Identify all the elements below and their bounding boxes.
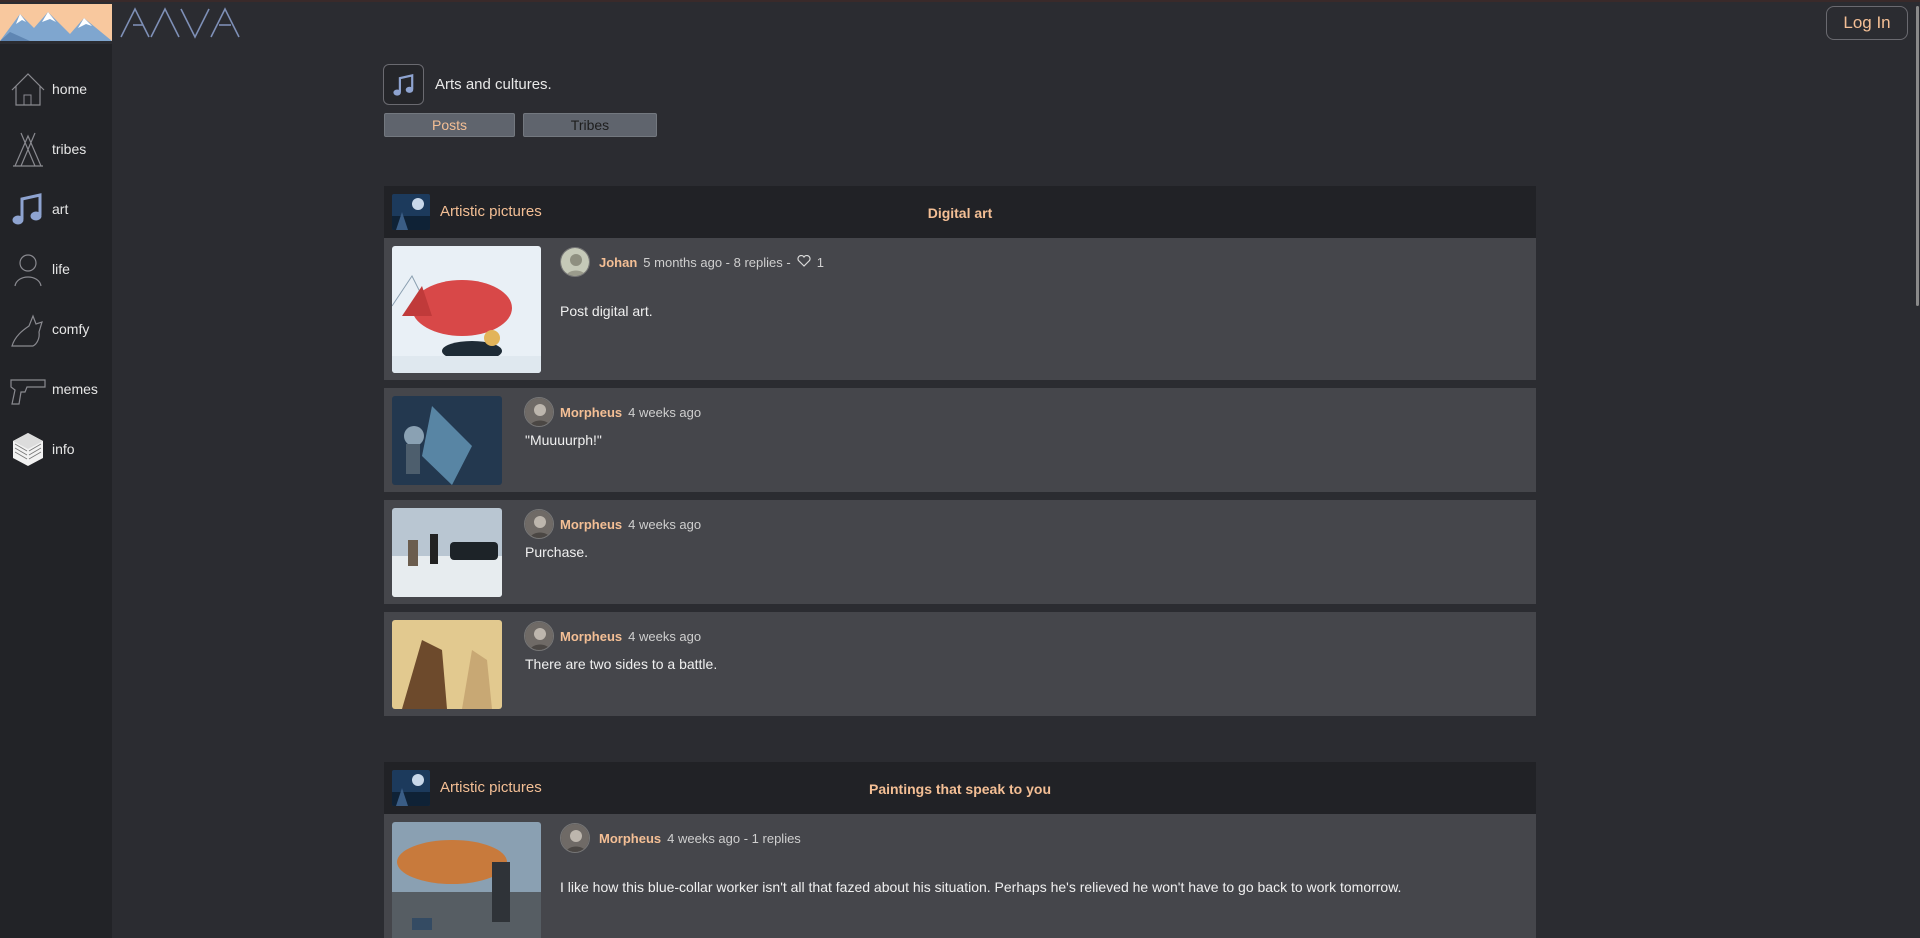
sidebar-item-memes[interactable]: memes <box>0 364 112 414</box>
login-button[interactable]: Log In <box>1826 6 1908 40</box>
sidebar-item-tribes[interactable]: tribes <box>0 124 112 174</box>
post-meta: Morpheus 4 weeks ago <box>560 629 701 644</box>
thread-title[interactable]: Paintings that speak to you <box>384 781 1536 797</box>
tribe-description: Arts and cultures. <box>435 76 552 93</box>
post-card[interactable]: Morpheus 4 weeks ago - 1 replies I like … <box>384 814 1536 938</box>
post-meta: Morpheus 4 weeks ago - 1 replies <box>599 831 801 846</box>
avatar[interactable] <box>560 247 590 277</box>
post-username[interactable]: Morpheus <box>560 629 622 644</box>
sidebar-item-art[interactable]: art <box>0 184 112 234</box>
avatar[interactable] <box>524 397 554 427</box>
cat-icon <box>9 310 47 348</box>
post-image[interactable] <box>392 246 541 373</box>
post-username[interactable]: Johan <box>599 255 637 270</box>
post-timestamp: 4 weeks ago <box>628 517 702 532</box>
sidebar-item-label: life <box>52 261 70 277</box>
post-username[interactable]: Morpheus <box>560 405 622 420</box>
sidebar-item-life[interactable]: life <box>0 244 112 294</box>
book-icon <box>9 430 47 468</box>
post-meta: Morpheus 4 weeks ago <box>560 405 701 420</box>
post-text: Purchase. <box>525 544 589 560</box>
like-count: 1 <box>816 255 824 270</box>
house-icon <box>9 70 47 108</box>
sidebar: home tribes art life comfy memes info <box>0 44 112 938</box>
top-border <box>0 0 1920 2</box>
sidebar-item-label: info <box>52 441 75 457</box>
teepee-icon <box>9 130 47 168</box>
avatar[interactable] <box>524 509 554 539</box>
person-icon <box>9 250 47 288</box>
sidebar-item-label: home <box>52 81 88 97</box>
post-image[interactable] <box>392 508 502 597</box>
avatar[interactable] <box>560 823 590 853</box>
post-text: I like how this blue-collar worker isn't… <box>560 879 1402 895</box>
post-meta: Johan 5 months ago - 8 replies - 1 <box>599 254 824 270</box>
post-username[interactable]: Morpheus <box>560 517 622 532</box>
sidebar-item-label: art <box>52 201 69 217</box>
post-image[interactable] <box>392 822 541 938</box>
thread-title[interactable]: Digital art <box>384 205 1536 221</box>
post-timestamp: 5 months ago - 8 replies - <box>643 255 791 270</box>
post-timestamp: 4 weeks ago <box>628 629 702 644</box>
post-timestamp: 4 weeks ago <box>628 405 702 420</box>
post-card[interactable]: Morpheus 4 weeks ago There are two sides… <box>384 612 1536 716</box>
scrollbar-thumb[interactable] <box>1916 6 1919 306</box>
avatar[interactable] <box>524 621 554 651</box>
post-image[interactable] <box>392 396 502 485</box>
post-text: Post digital art. <box>560 303 653 319</box>
post-meta: Morpheus 4 weeks ago <box>560 517 701 532</box>
sidebar-item-info[interactable]: info <box>0 424 112 474</box>
sidebar-item-label: comfy <box>52 321 90 337</box>
thread-header: Artistic pictures Digital art <box>384 186 1536 238</box>
sidebar-item-home[interactable]: home <box>0 64 112 114</box>
post-username[interactable]: Morpheus <box>599 831 661 846</box>
thread-card: Artistic pictures Paintings that speak t… <box>384 762 1536 938</box>
pistol-icon <box>9 370 47 408</box>
tribe-music-note-icon <box>383 64 424 105</box>
thread-card: Artistic pictures Digital art Johan 5 mo… <box>384 186 1536 716</box>
tab-tribes[interactable]: Tribes <box>523 113 657 137</box>
post-card[interactable]: Morpheus 4 weeks ago Purchase. <box>384 500 1536 604</box>
post-image[interactable] <box>392 620 502 709</box>
sidebar-item-label: memes <box>52 381 98 397</box>
tab-posts[interactable]: Posts <box>384 113 515 137</box>
post-text: "Muuuurph!" <box>525 432 602 448</box>
logo-image[interactable] <box>0 4 112 41</box>
post-card[interactable]: Morpheus 4 weeks ago "Muuuurph!" <box>384 388 1536 492</box>
music-note-icon <box>9 190 47 228</box>
post-card[interactable]: Johan 5 months ago - 8 replies - 1 Post … <box>384 238 1536 380</box>
sidebar-item-label: tribes <box>52 141 87 157</box>
post-timestamp: 4 weeks ago - 1 replies <box>667 831 801 846</box>
thread-header: Artistic pictures Paintings that speak t… <box>384 762 1536 814</box>
sidebar-item-comfy[interactable]: comfy <box>0 304 112 354</box>
heart-icon[interactable] <box>797 254 811 270</box>
wordmark-logo <box>119 7 245 39</box>
post-text: There are two sides to a battle. <box>525 656 718 672</box>
